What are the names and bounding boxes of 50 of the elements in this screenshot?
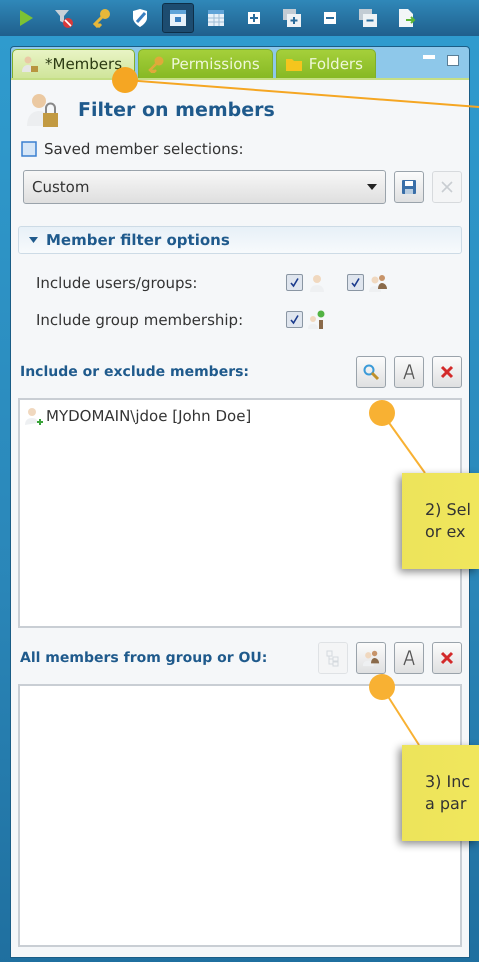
window-icon xyxy=(167,7,189,29)
users-icon xyxy=(307,310,327,330)
caret-icon xyxy=(367,184,377,190)
list-item[interactable]: MYDOMAIN\jdoe [John Doe] xyxy=(24,406,456,426)
users-icon xyxy=(368,272,388,292)
checkbox[interactable] xyxy=(347,274,364,291)
toolbar-button[interactable] xyxy=(162,3,194,33)
save-button[interactable] xyxy=(394,171,424,203)
remove-button[interactable] xyxy=(432,642,462,674)
field-label: Saved member selections: xyxy=(44,140,244,158)
leader-line xyxy=(369,674,420,746)
user-icon xyxy=(307,272,327,292)
tab[interactable]: *Members xyxy=(12,49,136,78)
user-lock-icon xyxy=(21,55,39,73)
table-icon xyxy=(205,7,227,29)
close-icon xyxy=(438,649,456,667)
close-icon xyxy=(440,180,454,194)
search-button[interactable] xyxy=(356,356,386,388)
close-icon xyxy=(438,363,456,381)
callout-note: 3) Inc a par xyxy=(402,745,479,841)
option-label: Include users/groups: xyxy=(36,274,198,292)
caret-icon xyxy=(29,237,38,243)
group-button[interactable] xyxy=(356,642,386,674)
key-icon xyxy=(147,55,166,73)
search-icon xyxy=(362,363,380,381)
section-title: All members from group or OU: xyxy=(20,650,268,666)
user-icon xyxy=(24,406,44,426)
text-button[interactable] xyxy=(394,642,424,674)
panel-heading: Filter on members xyxy=(78,99,275,121)
check-icon xyxy=(350,277,361,288)
callout-note: 2) Sel or ex xyxy=(402,473,479,569)
checkbox[interactable] xyxy=(286,311,303,328)
remove-button[interactable] xyxy=(432,356,462,388)
option-label: Include group membership: xyxy=(36,310,244,328)
maximize-icon[interactable] xyxy=(447,55,459,66)
key-icon xyxy=(91,7,113,29)
selection-dropdown[interactable]: Custom xyxy=(23,170,386,204)
check-icon xyxy=(289,277,300,288)
text-button[interactable] xyxy=(394,356,424,388)
user-lock-icon xyxy=(26,92,60,128)
stack-minus-icon xyxy=(357,7,379,29)
section-header[interactable]: Member filter options xyxy=(18,226,462,254)
save-icon xyxy=(400,178,418,196)
users-icon xyxy=(362,649,380,667)
filter-off-icon xyxy=(53,7,75,29)
section-title: Include or exclude members: xyxy=(20,364,250,380)
checkbox[interactable] xyxy=(286,274,303,291)
selection-icon xyxy=(20,140,38,158)
check-icon xyxy=(289,314,300,325)
stack-plus-icon xyxy=(281,7,303,29)
